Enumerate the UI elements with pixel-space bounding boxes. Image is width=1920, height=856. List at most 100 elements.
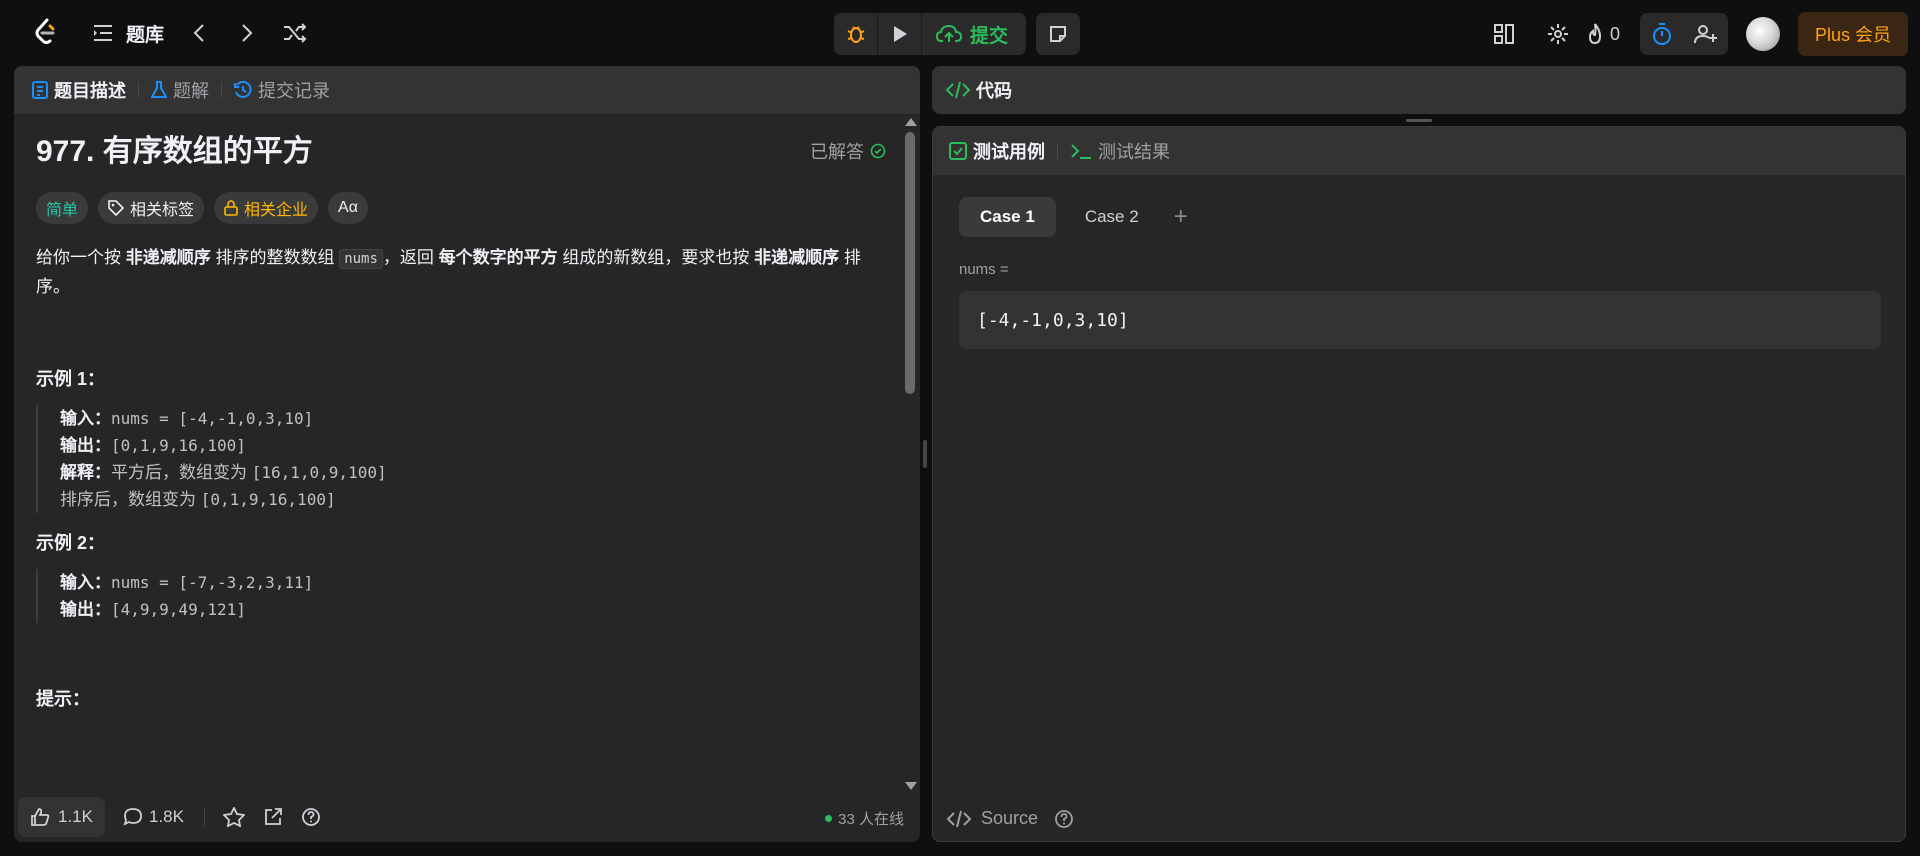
tab-divider [221, 82, 222, 98]
example-value: [0,1,9,16,100] [200, 490, 336, 509]
like-count: 1.1K [58, 807, 93, 826]
add-case-button[interactable]: + [1174, 203, 1188, 231]
solved-status: 已解答 [810, 138, 886, 164]
tab-test-result-label: 测试结果 [1098, 142, 1170, 162]
scroll-down-icon[interactable] [905, 782, 917, 790]
thumbs-up-icon [31, 808, 50, 826]
list-icon[interactable] [90, 20, 116, 46]
stopwatch-icon[interactable] [1640, 13, 1684, 55]
horizontal-resize-handle[interactable] [1406, 119, 1432, 122]
tab-testcase[interactable]: 测试用例 [949, 138, 1045, 164]
statement-bold: 非递减顺序 [125, 248, 211, 267]
problem-statement: 给你一个按 非递减顺序 排序的整数数组 nums ，返回 每个数字的平方 组成的新… [36, 244, 886, 301]
solved-label: 已解答 [810, 142, 864, 162]
terminal-icon [1071, 144, 1091, 159]
streak-count: 0 [1609, 23, 1620, 44]
tag-icon [108, 200, 125, 216]
tab-submissions-label: 提交记录 [258, 81, 330, 101]
example-value: [16,1,0,9,100] [251, 463, 387, 482]
example-text: 排序后，数组变为 [60, 490, 201, 509]
problem-list-nav: 题库 [90, 17, 328, 49]
avatar[interactable] [1745, 17, 1780, 51]
statement-text: 排序的整数数组 [210, 248, 340, 267]
statement-text: 组成的新数组，要求也按 [557, 248, 755, 267]
difficulty-badge: 简单 [36, 192, 89, 224]
example-value: [4,9,9,49,121] [111, 600, 246, 619]
topics-tag-button[interactable]: 相关标签 [98, 192, 205, 224]
layout-icon[interactable] [1486, 16, 1522, 52]
companies-tag-label: 相关企业 [244, 202, 309, 219]
vertical-resize-handle[interactable] [923, 440, 927, 468]
notes-button[interactable] [1036, 13, 1081, 55]
statement-bold: 非递减顺序 [754, 248, 840, 267]
testcase-panel: 测试用例 测试结果 Case 1 Case 2 + nums = [-4,-1,… [932, 126, 1906, 842]
checkbox-icon [949, 142, 967, 160]
tab-divider [1057, 143, 1058, 159]
footer-divider [203, 807, 205, 827]
example-label: 输出： [60, 436, 111, 455]
source-button[interactable]: Source [981, 808, 1038, 829]
tab-test-result[interactable]: 测试结果 [1070, 138, 1170, 164]
add-friend-icon[interactable] [1684, 13, 1728, 55]
leetcode-logo[interactable] [30, 17, 60, 47]
flask-icon [151, 81, 167, 98]
streak-counter[interactable]: 0 [1586, 23, 1620, 45]
help-icon[interactable] [301, 807, 321, 827]
example-1-title: 示例 1： [36, 369, 106, 389]
tab-solutions-label: 题解 [173, 81, 209, 101]
like-button[interactable]: 1.1K [18, 797, 105, 837]
chevron-right-icon[interactable] [232, 18, 262, 48]
online-count: 33 人在线 [838, 811, 904, 828]
tab-testcase-label: 测试用例 [973, 142, 1045, 162]
statement-text: ，返回 [382, 248, 439, 267]
problem-title[interactable]: 977. 有序数组的平方 [36, 132, 886, 172]
case-2-tab[interactable]: Case 2 [1064, 197, 1160, 237]
param-label: nums = [959, 261, 1009, 278]
param-input[interactable]: [-4,-1,0,3,10] [959, 291, 1881, 349]
shuffle-icon[interactable] [280, 18, 310, 48]
hints-title: 提示： [36, 689, 90, 709]
scroll-up-icon[interactable] [905, 118, 917, 126]
example-label: 输出： [60, 600, 111, 619]
example-label: 输入： [60, 409, 111, 428]
tab-solutions[interactable]: 题解 [151, 77, 209, 103]
topics-tag-label: 相关标签 [130, 202, 195, 219]
problem-description: 977. 有序数组的平方 已解答 简单 相关标签 相关企业 Aα 给你一个按 非… [36, 132, 886, 772]
example-text: 平方后，数组变为 [111, 463, 252, 482]
chevron-left-icon[interactable] [184, 18, 214, 48]
share-icon[interactable] [263, 807, 283, 827]
star-icon[interactable] [222, 807, 245, 827]
example-1-block: 输入：nums = [-4,-1,0,3,10] 输出：[0,1,9,16,10… [36, 405, 886, 513]
tab-description-label: 题目描述 [54, 81, 126, 101]
example-value: nums = [-4,-1,0,3,10] [111, 409, 314, 428]
online-users: 33 人在线 [825, 808, 904, 829]
description-icon [32, 81, 48, 99]
comments-button[interactable]: 1.8K [123, 807, 184, 827]
top-navbar: 题库 提交 0 Plus 会员 [0, 0, 1920, 66]
fire-icon [1588, 23, 1601, 45]
debug-icon[interactable] [834, 13, 878, 55]
gear-icon[interactable] [1540, 16, 1576, 52]
code-icon [946, 81, 970, 99]
submit-label: 提交 [970, 25, 1009, 47]
problem-list-title[interactable]: 题库 [126, 20, 164, 47]
example-label: 输入： [60, 573, 111, 592]
example-label: 解释： [60, 463, 111, 482]
submit-button[interactable]: 提交 [922, 13, 1026, 55]
tab-submissions[interactable]: 提交记录 [234, 77, 330, 103]
tab-code[interactable]: 代码 [946, 77, 1012, 103]
scroll-thumb[interactable] [905, 132, 915, 394]
comment-count: 1.8K [148, 807, 184, 826]
help-icon[interactable] [1054, 809, 1074, 829]
translate-button[interactable]: Aα [328, 192, 368, 224]
plus-membership-button[interactable]: Plus 会员 [1797, 12, 1908, 56]
case-1-tab[interactable]: Case 1 [959, 197, 1056, 237]
tab-code-label: 代码 [976, 81, 1012, 101]
run-button[interactable] [878, 13, 922, 55]
example-value: [0,1,9,16,100] [111, 436, 246, 455]
example-2-title: 示例 2： [36, 533, 106, 553]
companies-tag-button[interactable]: 相关企业 [214, 192, 319, 224]
tab-description[interactable]: 题目描述 [32, 77, 126, 103]
description-scrollbar[interactable] [904, 118, 918, 790]
case-tabs: Case 1 Case 2 + [959, 197, 1188, 237]
